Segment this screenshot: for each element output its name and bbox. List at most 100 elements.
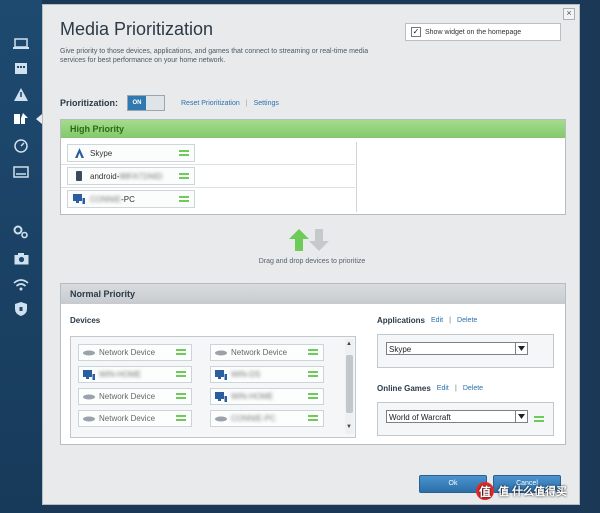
device-name: Network Device — [99, 348, 156, 357]
device-name: Skype — [90, 148, 113, 158]
drag-handle[interactable] — [176, 393, 186, 399]
high-device-skype[interactable]: Skype — [67, 144, 195, 162]
online-games-select[interactable]: World of Warcraft — [386, 410, 528, 423]
high-priority-section: High Priority Skype android- 88FA72A6D C… — [60, 119, 566, 215]
normal-device-card[interactable]: Network Device — [78, 344, 192, 361]
devices-icon — [13, 38, 29, 49]
prioritization-toggle[interactable]: ON — [127, 95, 165, 111]
drag-handle[interactable] — [179, 150, 189, 156]
show-widget-checkbox[interactable]: ✓ — [411, 27, 421, 37]
calendar-icon — [15, 63, 27, 74]
sidebar-item-devices[interactable] — [8, 34, 34, 54]
drag-arrows — [289, 229, 329, 251]
drag-handle[interactable] — [534, 416, 544, 422]
normal-device-card[interactable]: WIN-HOME — [210, 388, 324, 405]
normal-device-card[interactable]: Network Device — [78, 410, 192, 427]
applications-label: Applications — [377, 316, 426, 325]
sidebar-item-wireless[interactable] — [8, 274, 34, 294]
sidebar-item-media-prioritization[interactable] — [8, 109, 42, 129]
drag-handle[interactable] — [308, 393, 318, 399]
devices-label: Devices — [70, 316, 101, 325]
watermark: 值 值 什么值得买 — [476, 482, 567, 500]
list-item: Skype — [61, 142, 355, 165]
high-device-android[interactable]: android- 88FA72A6D — [67, 167, 195, 185]
watermark-logo-icon: 值 — [476, 482, 494, 500]
sidebar-item-connectivity[interactable] — [8, 222, 34, 242]
online-games-header: Online Games Edit | Delete — [377, 384, 483, 393]
chevron-down-icon[interactable] — [515, 411, 527, 422]
arrow-up-icon — [289, 229, 309, 251]
scroll-up-icon[interactable]: ▲ — [346, 341, 352, 347]
applications-delete-link[interactable]: Delete — [457, 317, 477, 324]
media-prioritization-panel: × Media Prioritization Give priority to … — [42, 4, 580, 505]
device-name: Network Device — [99, 414, 156, 423]
scroll-down-icon[interactable]: ▼ — [346, 424, 352, 430]
phone-icon — [73, 171, 85, 181]
media-prioritization-icon — [14, 113, 28, 124]
drag-handle[interactable] — [308, 415, 318, 421]
normal-device-card[interactable]: CONNIE-PC — [210, 410, 324, 427]
drag-handle[interactable] — [179, 173, 189, 179]
drag-hint-text: Drag and drop devices to prioritize — [258, 258, 366, 265]
sidebar-item-parental[interactable] — [8, 58, 34, 78]
high-priority-drop-area[interactable] — [356, 142, 565, 212]
show-widget-option[interactable]: ✓ Show widget on the homepage — [405, 23, 561, 41]
drag-handle[interactable] — [308, 349, 318, 355]
normal-device-card[interactable]: WIN-HOME — [78, 366, 192, 383]
games-edit-link[interactable]: Edit — [437, 385, 449, 392]
normal-devices-list: Network Device Network Device WIN-HOME W… — [70, 336, 356, 438]
warning-icon — [14, 87, 28, 101]
applications-header: Applications Edit | Delete — [377, 316, 477, 325]
device-name: -PC — [121, 194, 135, 204]
high-priority-list: Skype android- 88FA72A6D CONNIE -PC — [61, 142, 355, 210]
device-name: WIN-HOME — [231, 392, 274, 401]
sidebar-item-security[interactable] — [8, 299, 34, 319]
device-name-redacted: CONNIE — [90, 194, 122, 204]
arrow-down-icon — [309, 229, 329, 251]
drag-handle[interactable] — [179, 196, 189, 202]
sidebar-item-troubleshooting[interactable] — [8, 248, 34, 268]
gears-icon — [13, 225, 28, 239]
devices-scrollbar[interactable]: ▲ ▼ — [345, 339, 354, 434]
games-delete-link[interactable]: Delete — [463, 385, 483, 392]
drag-handle[interactable] — [176, 349, 186, 355]
computer-icon — [215, 391, 227, 402]
network-device-icon — [83, 416, 95, 422]
page-title: Media Prioritization — [60, 19, 214, 39]
link-separator: | — [449, 317, 452, 324]
sidebar-item-storage[interactable] — [8, 162, 34, 182]
applications-box: Skype — [377, 334, 554, 368]
sidebar-item-speed-test[interactable] — [8, 136, 34, 156]
normal-device-card[interactable]: WIN-DS — [210, 366, 324, 383]
chevron-down-icon[interactable] — [515, 343, 527, 354]
shield-icon — [15, 302, 27, 316]
high-device-pc[interactable]: CONNIE -PC — [67, 190, 195, 208]
device-name: Network Device — [231, 348, 288, 357]
normal-device-card[interactable]: Network Device — [78, 388, 192, 405]
scrollbar-thumb[interactable] — [346, 355, 353, 413]
drag-handle[interactable] — [176, 371, 186, 377]
applications-edit-link[interactable]: Edit — [431, 317, 443, 324]
normal-device-card[interactable]: Network Device — [210, 344, 324, 361]
storage-icon — [13, 166, 29, 178]
sidebar-item-alerts[interactable] — [8, 84, 34, 104]
device-name: WIN-DS — [231, 370, 261, 379]
sidebar — [0, 0, 42, 513]
network-device-icon — [83, 394, 95, 400]
prioritization-row: Prioritization: ON Reset Prioritization … — [60, 95, 279, 111]
skype-icon — [73, 148, 85, 158]
drag-handle[interactable] — [308, 371, 318, 377]
high-priority-title: High Priority — [61, 120, 565, 138]
close-button[interactable]: × — [563, 8, 575, 20]
link-separator: | — [454, 385, 457, 392]
watermark-text: 值 什么值得买 — [498, 486, 568, 498]
link-separator: | — [245, 99, 248, 107]
drag-handle[interactable] — [176, 415, 186, 421]
online-games-label: Online Games — [377, 384, 431, 393]
device-name: android- — [90, 171, 120, 181]
applications-select[interactable]: Skype — [386, 342, 528, 355]
reset-prioritization-link[interactable]: Reset Prioritization — [181, 100, 240, 107]
computer-icon — [73, 194, 85, 204]
settings-link[interactable]: Settings — [254, 100, 279, 107]
normal-priority-section: Normal Priority Devices Network Device N… — [60, 283, 566, 445]
